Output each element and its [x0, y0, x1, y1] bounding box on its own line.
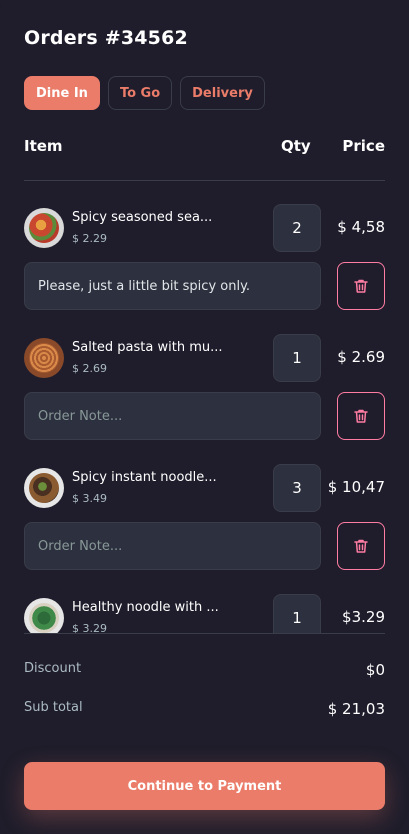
seafood-dish-icon [24, 208, 64, 248]
item-unit-price: $ 2.69 [72, 362, 107, 375]
item-unit-price: $ 3.49 [72, 492, 107, 505]
order-note-field[interactable]: Order Note... [24, 392, 321, 440]
delete-item-button[interactable] [337, 522, 385, 570]
tab-dine-in[interactable]: Dine In [24, 76, 100, 110]
quantity-field[interactable]: 1 [273, 334, 321, 382]
item-total-price: $3.29 [342, 608, 385, 626]
subtotal-label: Sub total [24, 700, 83, 715]
order-note-field[interactable]: Order Note... [24, 522, 321, 570]
item-unit-price: $ 3.29 [72, 622, 107, 633]
veggie-noodle-dish-icon [24, 598, 64, 633]
order-panel: Orders #34562 Dine In To Go Delivery Ite… [0, 0, 409, 834]
order-items-list[interactable]: Spicy seasoned sea... $ 2.29 2 $ 4,58 Pl… [0, 181, 409, 633]
trash-icon [354, 539, 368, 553]
pasta-dish-icon [24, 338, 64, 378]
quantity-field[interactable]: 3 [273, 464, 321, 512]
discount-label: Discount [24, 661, 82, 676]
trash-icon [354, 279, 368, 293]
trash-icon [354, 409, 368, 423]
tab-delivery[interactable]: Delivery [180, 76, 265, 110]
tab-to-go[interactable]: To Go [107, 76, 173, 110]
order-type-tabs: Dine In To Go Delivery [24, 76, 265, 110]
item-total-price: $ 4,58 [337, 218, 385, 236]
item-total-price: $ 10,47 [327, 478, 385, 496]
item-name: Spicy instant noodle... [72, 470, 217, 485]
order-title: Orders #34562 [24, 27, 188, 49]
noodle-dish-icon [24, 468, 64, 508]
order-note-field[interactable]: Please, just a little bit spicy only. [24, 262, 321, 310]
delete-item-button[interactable] [337, 262, 385, 310]
continue-to-payment-button[interactable]: Continue to Payment [24, 762, 385, 810]
column-header-item: Item [24, 137, 63, 155]
item-name: Healthy noodle with ... [72, 600, 219, 615]
item-name: Salted pasta with mu... [72, 340, 223, 355]
item-unit-price: $ 2.29 [72, 232, 107, 245]
item-name: Spicy seasoned sea... [72, 210, 213, 225]
quantity-field[interactable]: 1 [273, 594, 321, 633]
discount-value: $0 [365, 661, 385, 679]
delete-item-button[interactable] [337, 392, 385, 440]
item-total-price: $ 2.69 [337, 348, 385, 366]
subtotal-value: $ 21,03 [327, 700, 385, 718]
quantity-field[interactable]: 2 [273, 204, 321, 252]
column-header-qty: Qty [281, 137, 311, 155]
column-header-price: Price [342, 137, 385, 155]
summary-divider [24, 633, 385, 634]
